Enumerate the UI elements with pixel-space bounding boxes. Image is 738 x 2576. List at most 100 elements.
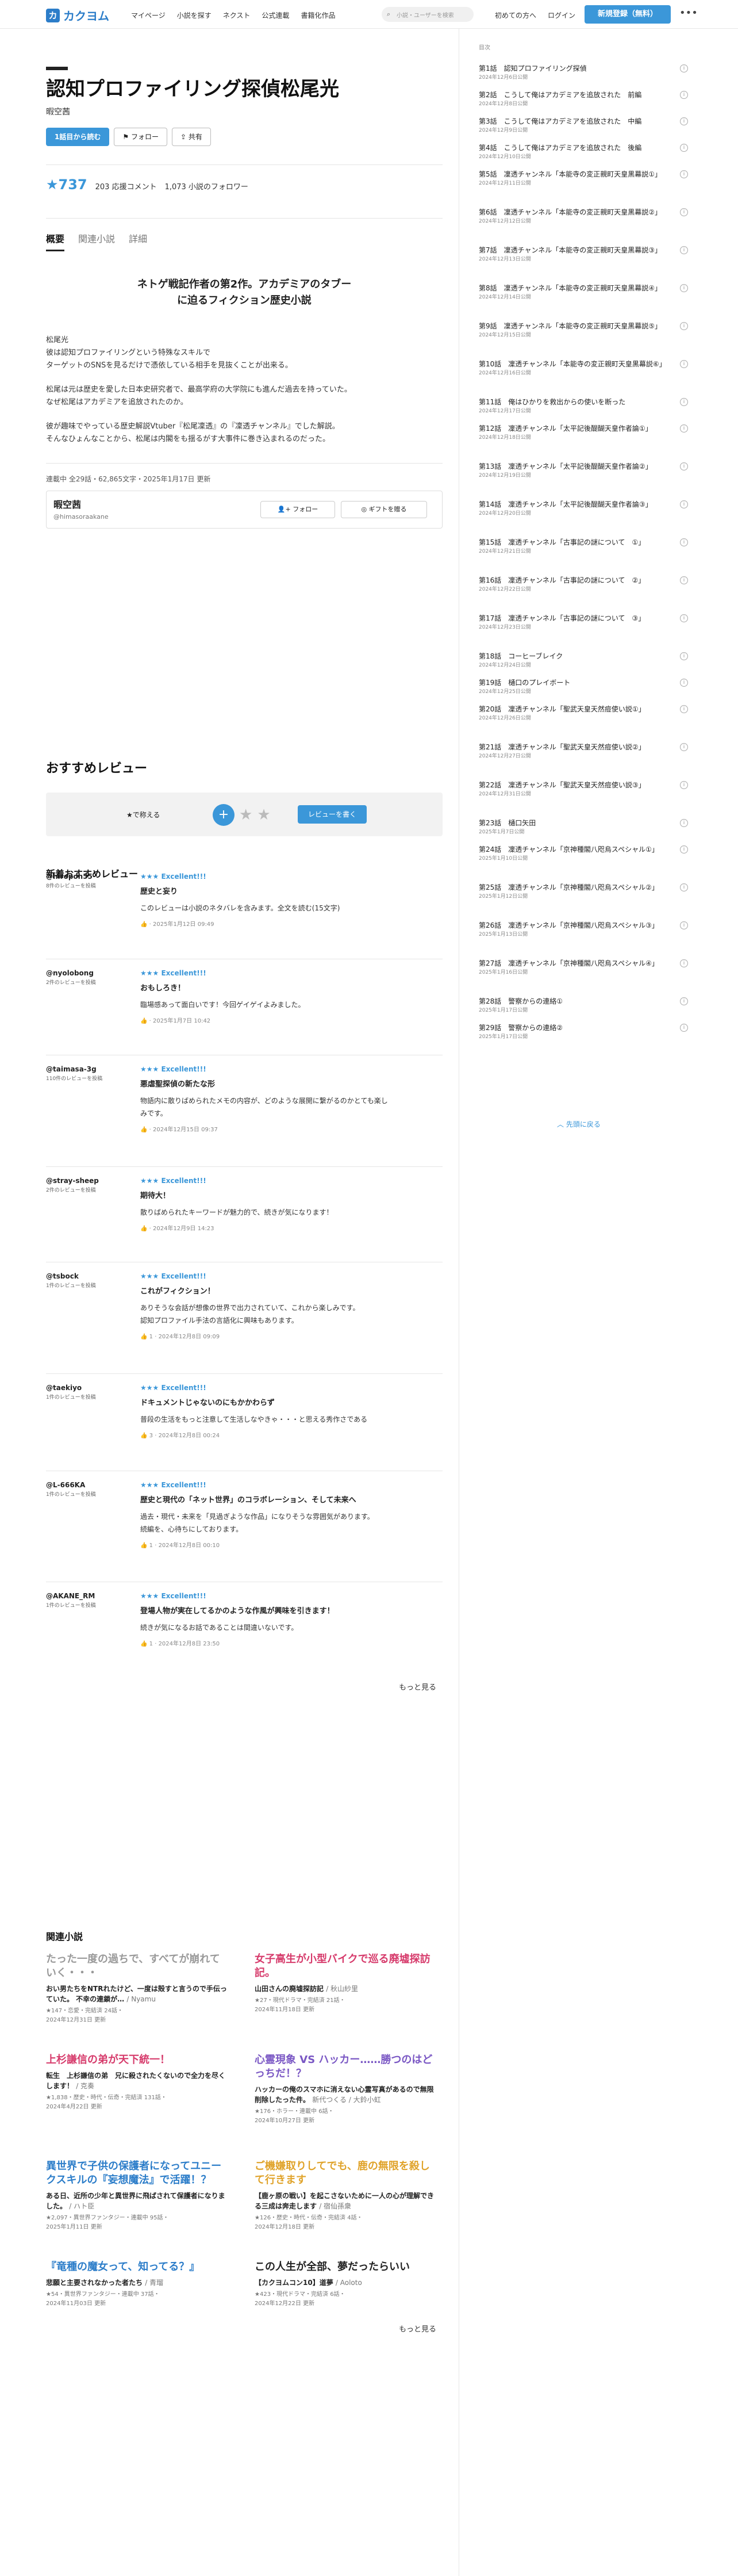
info-icon[interactable]: i xyxy=(680,743,688,751)
info-icon[interactable]: i xyxy=(680,883,688,891)
gift-button[interactable]: ◎ ギフトを贈る xyxy=(341,501,427,518)
author-name[interactable]: 暇空茜 xyxy=(53,497,81,511)
toc-episode[interactable]: 第4話 こうして俺はアカデミアを追放された 後編 2024年12月10日公開 i xyxy=(479,143,688,161)
toc-episode[interactable]: 第21話 凜透チャンネル「聖武天皇天然痘使い説②」 2024年12月27日公開 i xyxy=(479,742,688,760)
info-icon[interactable]: i xyxy=(680,91,688,99)
nav-mypage[interactable]: マイページ xyxy=(131,10,166,20)
related-catch[interactable]: 『竜種の魔女って、知ってる？』 xyxy=(46,2260,230,2274)
review-user[interactable]: @L-666KA xyxy=(46,1481,85,1489)
nav-search-novels[interactable]: 小説を探す xyxy=(177,10,212,20)
related-catch[interactable]: 上杉謙信の弟が天下統一！ xyxy=(46,2053,230,2067)
like-icon[interactable]: 👍 xyxy=(140,1226,149,1232)
related-author[interactable]: / 克奏 xyxy=(76,2082,94,2090)
info-icon[interactable]: i xyxy=(680,284,688,292)
review-user[interactable]: @AKANE_RM xyxy=(46,1592,95,1600)
toc-episode[interactable]: 第8話 凜透チャンネル「本能寺の変正親町天皇黒幕説④」 2024年12月14日公開… xyxy=(479,283,688,301)
like-icon[interactable]: 👍 xyxy=(140,1018,149,1024)
info-icon[interactable]: i xyxy=(680,424,688,432)
related-see-more[interactable]: もっと見る xyxy=(399,2323,436,2334)
info-icon[interactable]: i xyxy=(680,705,688,713)
toc-episode[interactable]: 第27話 凜透チャンネル「京神種閣八咫烏スペシャル④」 2025年1月16日公開 i xyxy=(479,958,688,977)
work-author[interactable]: 暇空茜 xyxy=(46,106,443,117)
follow-button[interactable]: ⚑ フォロー xyxy=(114,128,167,146)
toc-episode[interactable]: 第13話 凜透チャンネル「太平記後醍醐天皇作者論②」 2024年12月19日公開 i xyxy=(479,461,688,480)
related-catch[interactable]: 女子高生が小型バイクで巡る廃墟探訪記。 xyxy=(255,1953,439,1980)
like-icon[interactable]: 👍 xyxy=(140,1641,149,1647)
related-novel[interactable]: ご機嫌取りしてでも、鹿の無限を殺して行きます 【鹿ヶ原の戦い】を起こさないために一… xyxy=(255,2160,439,2232)
comment-count[interactable]: 203 応援コメント xyxy=(95,181,157,192)
tab-details[interactable]: 詳細 xyxy=(129,231,147,251)
reviews-see-more[interactable]: もっと見る xyxy=(399,1681,436,1692)
related-author[interactable]: / 青瑠 xyxy=(145,2279,163,2287)
write-review-button[interactable]: レビューを書く xyxy=(298,805,367,824)
related-catch[interactable]: 異世界で子供の保護者になってユニークスキルの『妄想魔法』で活躍！？ xyxy=(46,2160,230,2187)
review-title[interactable]: 期待大！ xyxy=(140,1189,439,1200)
related-author[interactable]: / Nyamu xyxy=(126,1995,156,2003)
toc-episode[interactable]: 第3話 こうして俺はアカデミアを追放された 中編 2024年12月9日公開 i xyxy=(479,116,688,135)
tab-related[interactable]: 関連小説 xyxy=(78,231,115,251)
toc-episode[interactable]: 第18話 コーヒーブレイク 2024年12月24日公開 i xyxy=(479,651,688,669)
nav-next[interactable]: ネクスト xyxy=(223,10,251,20)
related-novel[interactable]: 『竜種の魔女って、知ってる？』 悲願と主要されなかった者たち / 青瑠 ★54・異世… xyxy=(46,2260,230,2309)
info-icon[interactable]: i xyxy=(680,500,688,508)
like-icon[interactable]: 👍 xyxy=(140,1542,149,1549)
info-icon[interactable]: i xyxy=(680,117,688,125)
toc-episode[interactable]: 第5話 凜透チャンネル「本能寺の変正親町天皇黒幕説①」 2024年12月11日公開… xyxy=(479,169,688,187)
toc-episode[interactable]: 第19話 樋口のプレイボート 2024年12月25日公開 i xyxy=(479,678,688,696)
nav-books[interactable]: 書籍化作品 xyxy=(301,10,335,20)
info-icon[interactable]: i xyxy=(680,959,688,967)
toc-episode[interactable]: 第17話 凜透チャンネル「古事記の謎について ③」 2024年12月23日公開 i xyxy=(479,613,688,631)
review-user[interactable]: @tsbock xyxy=(46,1272,79,1280)
related-work-title[interactable]: 転生 上杉謙信の弟 兄に殺されたくないので全力を尽くします！ / 克奏 xyxy=(46,2070,230,2091)
toc-episode[interactable]: 第25話 凜透チャンネル「京神種閣八咫烏スペシャル②」 2025年1月12日公開 i xyxy=(479,882,688,901)
related-work-title[interactable]: 山田さんの廃墟探訪記 / 秋山紗里 xyxy=(255,1984,439,1994)
related-author[interactable]: / ハト臣 xyxy=(69,2202,94,2210)
toc-episode[interactable]: 第23話 樋口矢田 2025年1月7日公開 i xyxy=(479,818,688,836)
toc-episode[interactable]: 第24話 凜透チャンネル「京神種閣八咫烏スペシャル①」 2025年1月10日公開 i xyxy=(479,844,688,863)
toc-episode[interactable]: 第1話 認知プロファイリング探偵 2024年12月6日公開 i xyxy=(479,63,688,82)
toc-episode[interactable]: 第28話 警察からの連絡① 2025年1月17日公開 i xyxy=(479,996,688,1015)
toc-episode[interactable]: 第29話 警察からの連絡② 2025年1月17日公開 i xyxy=(479,1023,688,1041)
toc-episode[interactable]: 第7話 凜透チャンネル「本能寺の変正親町天皇黒幕説③」 2024年12月13日公開… xyxy=(479,245,688,263)
info-icon[interactable]: i xyxy=(680,781,688,789)
tab-overview[interactable]: 概要 xyxy=(46,231,65,251)
info-icon[interactable]: i xyxy=(680,144,688,152)
info-icon[interactable]: i xyxy=(680,462,688,470)
beginner-link[interactable]: 初めての方へ xyxy=(495,10,536,20)
review-title[interactable]: これがフィクション！ xyxy=(140,1285,439,1296)
info-icon[interactable]: i xyxy=(680,246,688,254)
signup-button[interactable]: 新規登録（無料） xyxy=(585,5,671,24)
more-menu-icon[interactable]: ••• xyxy=(679,7,698,19)
info-icon[interactable]: i xyxy=(680,921,688,929)
toc-episode[interactable]: 第9話 凜透チャンネル「本能寺の変正親町天皇黒幕説⑤」 2024年12月15日公開… xyxy=(479,321,688,339)
info-icon[interactable]: i xyxy=(680,652,688,660)
related-author[interactable]: 新代つくる / 大鈴小虹 xyxy=(312,2096,380,2104)
site-logo[interactable]: カ カクヨム xyxy=(46,7,109,24)
toc-episode[interactable]: 第16話 凜透チャンネル「古事記の謎について ②」 2024年12月22日公開 i xyxy=(479,575,688,594)
share-button[interactable]: ⇪ 共有 xyxy=(171,128,211,146)
info-icon[interactable]: i xyxy=(680,322,688,330)
nav-official[interactable]: 公式連載 xyxy=(262,10,289,20)
info-icon[interactable]: i xyxy=(680,576,688,584)
review-title[interactable]: 登場人物が実在してるかのような作風が興味を引きます！ xyxy=(140,1605,439,1616)
related-author[interactable]: / 秋山紗里 xyxy=(326,1985,358,1993)
review-user[interactable]: @stray-sheep xyxy=(46,1177,99,1185)
related-catch[interactable]: 心霊現象 VS ハッカー……勝つのはどっちだ！？ xyxy=(255,2053,439,2081)
back-to-top-link[interactable]: ︿ 先頭に戻る xyxy=(557,1119,601,1129)
toc-episode[interactable]: 第26話 凜透チャンネル「京神種閣八咫烏スペシャル③」 2025年1月13日公開 i xyxy=(479,920,688,939)
toc-episode[interactable]: 第22話 凜透チャンネル「聖武天皇天然痘使い説③」 2024年12月31日公開 i xyxy=(479,780,688,798)
info-icon[interactable]: i xyxy=(680,819,688,827)
like-icon[interactable]: 👍 xyxy=(140,1334,149,1340)
info-icon[interactable]: i xyxy=(680,170,688,178)
info-icon[interactable]: i xyxy=(680,538,688,546)
review-user[interactable]: @taekiyo xyxy=(46,1384,82,1392)
like-icon[interactable]: 👍 xyxy=(140,921,149,928)
author-follow-button[interactable]: 👤+ フォロー xyxy=(260,501,335,518)
toc-episode[interactable]: 第11話 俺はひかりを救出からの使いを断った 2024年12月17日公開 i xyxy=(479,397,688,415)
review-user[interactable]: @taimasa-3g xyxy=(46,1065,97,1073)
related-novel[interactable]: この人生が全部、夢だったらいい 【カクヨムコン10】道夢 / Aoloto ★423… xyxy=(255,2260,439,2309)
related-novel[interactable]: たった一度の過ちで、すべてが崩れていく・・・ おい男たちをNTRれたけど、一度は殻… xyxy=(46,1953,230,2025)
info-icon[interactable]: i xyxy=(680,64,688,72)
review-title[interactable]: ドキュメントじゃないのにもかかわらず xyxy=(140,1396,439,1407)
related-work-title[interactable]: ある日、近所の少年と異世界に飛ばされて保護者になりました。 / ハト臣 xyxy=(46,2191,230,2211)
